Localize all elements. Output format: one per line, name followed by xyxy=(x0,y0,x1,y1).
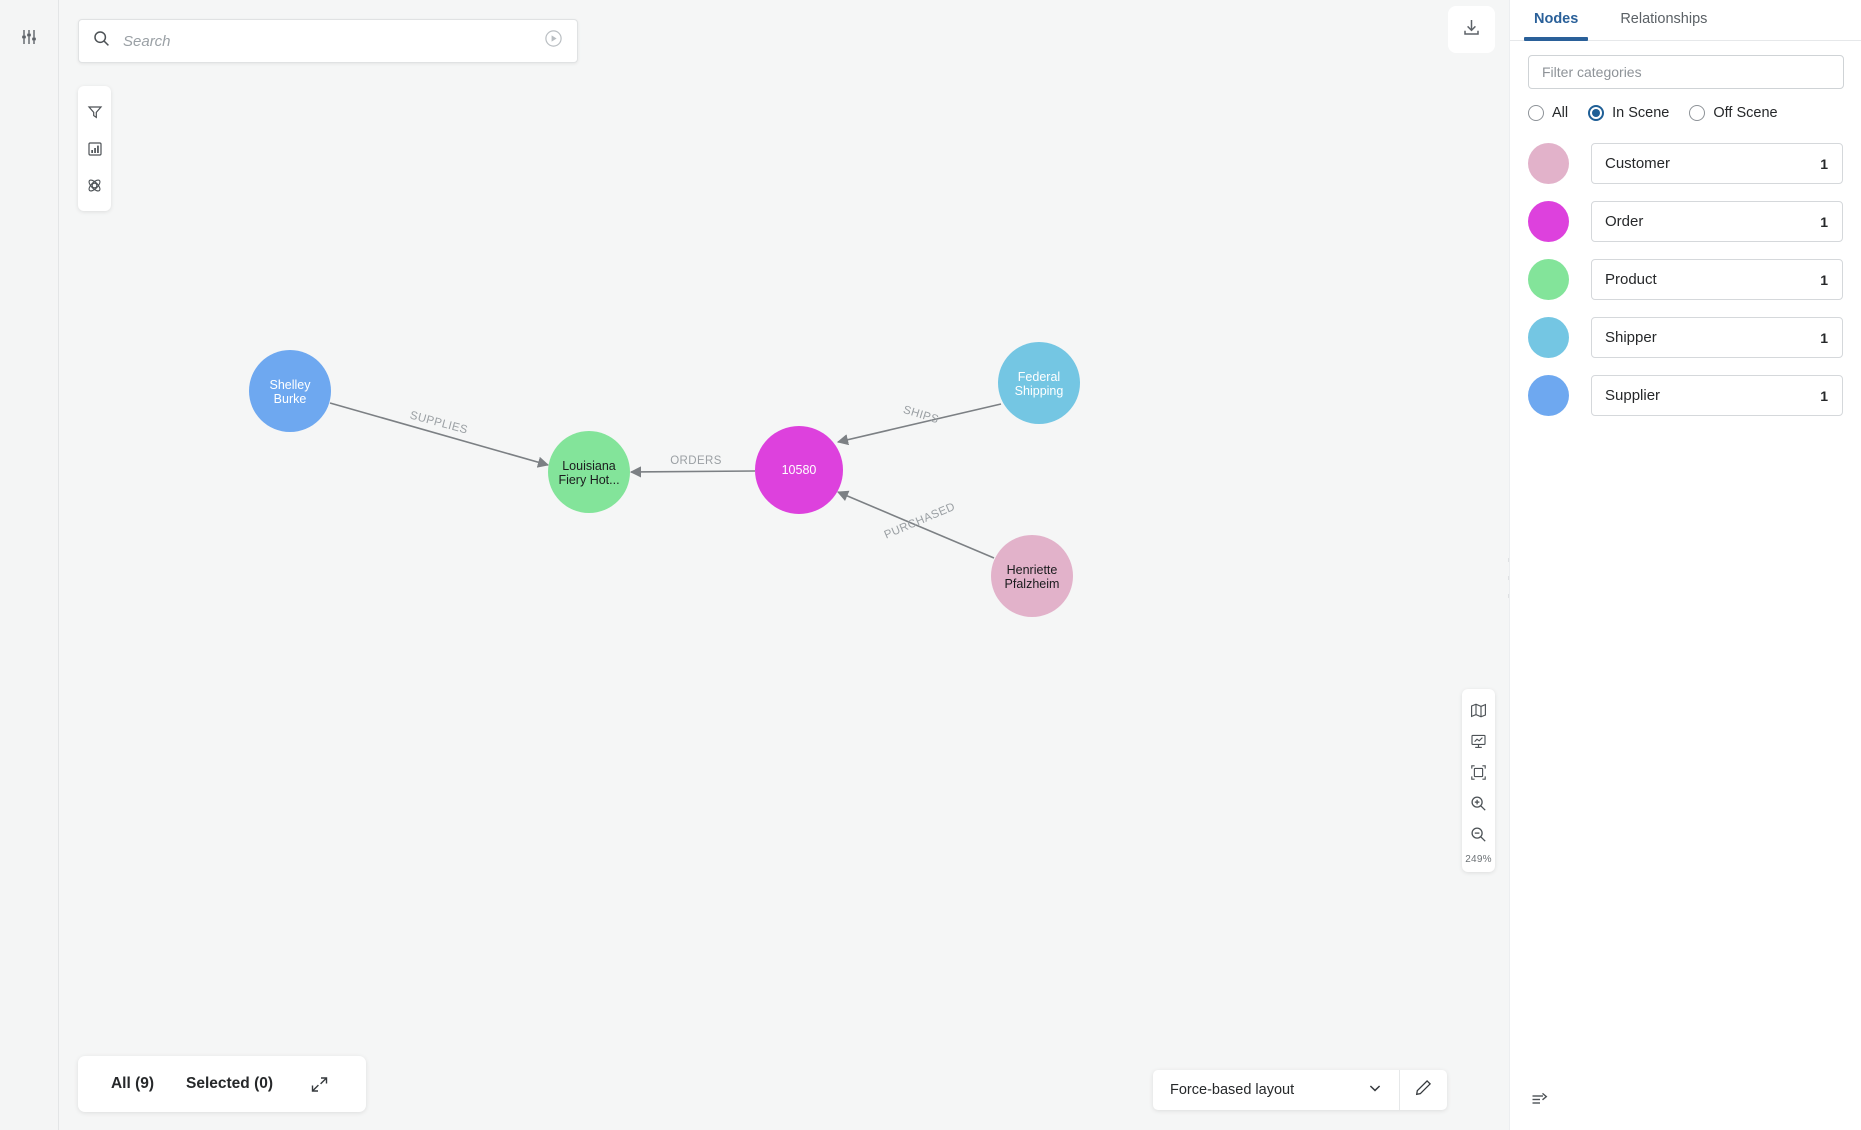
play-circle-icon[interactable] xyxy=(544,29,563,53)
left-rail xyxy=(0,0,59,1130)
category-count: 1 xyxy=(1820,330,1828,346)
category-color-swatch[interactable] xyxy=(1528,259,1569,300)
layout-selected-value: Force-based layout xyxy=(1170,1082,1294,1098)
radio-indicator xyxy=(1588,105,1604,121)
node-circle[interactable] xyxy=(755,426,843,514)
graph-node[interactable]: HenriettePfalzheim xyxy=(991,535,1073,617)
layout-edit-button[interactable] xyxy=(1399,1070,1447,1110)
selected-nodes-count[interactable]: Selected (0) xyxy=(186,1075,273,1093)
zoom-in-icon[interactable] xyxy=(1465,790,1492,817)
graph-visualization[interactable]: SUPPLIESORDERSSHIPSPURCHASED ShelleyBurk… xyxy=(59,0,1509,1130)
chart-icon[interactable] xyxy=(81,135,108,162)
category-name: Order xyxy=(1605,213,1643,230)
category-chip[interactable]: Supplier 1 xyxy=(1591,375,1843,416)
category-count: 1 xyxy=(1820,388,1828,404)
relationship-label: SUPPLIES xyxy=(409,410,470,437)
zoom-out-icon[interactable] xyxy=(1465,821,1492,848)
category-name: Shipper xyxy=(1605,329,1657,346)
category-row: Product 1 xyxy=(1510,259,1861,300)
graph-node[interactable]: ShelleyBurke xyxy=(249,350,331,432)
graph-tools-toolbar xyxy=(78,86,111,211)
filter-categories-input[interactable] xyxy=(1528,55,1844,89)
category-row: Customer 1 xyxy=(1510,143,1861,184)
radio-label: All xyxy=(1552,105,1568,121)
category-row: Order 1 xyxy=(1510,201,1861,242)
node-circle[interactable] xyxy=(998,342,1080,424)
pencil-icon xyxy=(1415,1079,1432,1101)
tab-nodes[interactable]: Nodes xyxy=(1524,0,1588,40)
radio-all[interactable]: All xyxy=(1528,105,1568,121)
graph-node[interactable]: LouisianaFiery Hot... xyxy=(548,431,630,513)
radio-off-scene[interactable]: Off Scene xyxy=(1689,105,1777,121)
tab-relationships[interactable]: Relationships xyxy=(1610,0,1717,40)
filter-icon[interactable] xyxy=(81,98,108,125)
inspector-panel: Nodes Relationships All In Scene Off Sce… xyxy=(1509,0,1861,1130)
category-name: Supplier xyxy=(1605,387,1660,404)
radio-indicator xyxy=(1528,105,1544,121)
category-count: 1 xyxy=(1820,156,1828,172)
search-icon xyxy=(93,30,110,52)
radio-in-scene[interactable]: In Scene xyxy=(1588,105,1669,121)
all-nodes-count[interactable]: All (9) xyxy=(111,1075,154,1093)
search-bar[interactable] xyxy=(78,19,578,63)
presentation-chart-icon[interactable] xyxy=(1465,728,1492,755)
layout-control: Force-based layout xyxy=(1153,1070,1447,1110)
category-name: Product xyxy=(1605,271,1657,288)
map-icon[interactable] xyxy=(1465,697,1492,724)
relationship-edge[interactable] xyxy=(631,471,755,472)
graph-canvas[interactable]: SUPPLIESORDERSSHIPSPURCHASED ShelleyBurk… xyxy=(59,0,1509,1130)
category-color-swatch[interactable] xyxy=(1528,375,1569,416)
panel-tabs: Nodes Relationships xyxy=(1510,0,1861,41)
sliders-icon[interactable] xyxy=(12,20,46,54)
category-count: 1 xyxy=(1820,272,1828,288)
list-arrow-icon[interactable] xyxy=(1524,1084,1554,1114)
category-list: Customer 1 Order 1 Product 1 Shipper 1 Supplier 1 xyxy=(1510,121,1861,416)
node-circle[interactable] xyxy=(548,431,630,513)
category-color-swatch[interactable] xyxy=(1528,201,1569,242)
chevron-down-icon xyxy=(1367,1080,1383,1100)
scope-radio-group: All In Scene Off Scene xyxy=(1510,89,1861,121)
category-chip[interactable]: Order 1 xyxy=(1591,201,1843,242)
category-row: Shipper 1 xyxy=(1510,317,1861,358)
download-icon xyxy=(1461,17,1482,43)
relationship-label: PURCHASED xyxy=(883,501,957,542)
viewport-toolbar: 249% xyxy=(1462,689,1495,872)
atom-icon[interactable] xyxy=(81,172,108,199)
layout-select[interactable]: Force-based layout xyxy=(1153,1070,1399,1110)
expand-arrows-icon[interactable] xyxy=(305,1070,333,1098)
category-chip[interactable]: Customer 1 xyxy=(1591,143,1843,184)
category-chip[interactable]: Product 1 xyxy=(1591,259,1843,300)
download-button[interactable] xyxy=(1448,6,1495,53)
node-circle[interactable] xyxy=(249,350,331,432)
radio-indicator xyxy=(1689,105,1705,121)
graph-node[interactable]: FederalShipping xyxy=(998,342,1080,424)
relationship-edge[interactable] xyxy=(330,403,548,465)
relationship-label: ORDERS xyxy=(670,455,722,467)
search-input[interactable] xyxy=(110,33,544,50)
category-color-swatch[interactable] xyxy=(1528,317,1569,358)
category-chip[interactable]: Shipper 1 xyxy=(1591,317,1843,358)
radio-label: In Scene xyxy=(1612,105,1669,121)
category-count: 1 xyxy=(1820,214,1828,230)
category-name: Customer xyxy=(1605,155,1670,172)
selection-status-bar: All (9) Selected (0) xyxy=(78,1056,366,1112)
graph-node[interactable]: 10580 xyxy=(755,426,843,514)
node-circle[interactable] xyxy=(991,535,1073,617)
category-color-swatch[interactable] xyxy=(1528,143,1569,184)
radio-label: Off Scene xyxy=(1713,105,1777,121)
zoom-level-label: 249% xyxy=(1465,854,1491,865)
fit-to-screen-icon[interactable] xyxy=(1465,759,1492,786)
category-row: Supplier 1 xyxy=(1510,375,1861,416)
